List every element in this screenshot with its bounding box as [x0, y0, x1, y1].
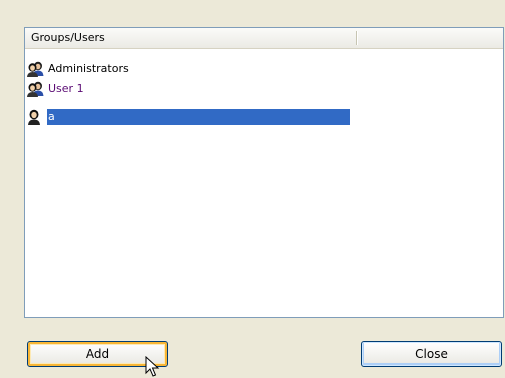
- list-item-label: a: [47, 109, 350, 125]
- group-icon: [27, 61, 44, 77]
- mouse-pointer-icon: [145, 356, 160, 377]
- groups-users-list[interactable]: Groups/Users Administrators User 1 a: [24, 27, 504, 318]
- list-item-label: User 1: [48, 82, 84, 95]
- column-divider[interactable]: [356, 31, 357, 45]
- list-item-administrators[interactable]: Administrators: [26, 60, 131, 78]
- list-item-a[interactable]: a: [26, 108, 350, 126]
- user-icon: [28, 109, 40, 125]
- list-item-user-1[interactable]: User 1: [26, 80, 86, 98]
- group-icon: [27, 81, 44, 97]
- column-header-groups-users[interactable]: Groups/Users: [25, 28, 358, 48]
- list-header: Groups/Users: [25, 28, 503, 49]
- list-item-label: Administrators: [48, 62, 129, 75]
- close-button[interactable]: Close: [361, 341, 502, 367]
